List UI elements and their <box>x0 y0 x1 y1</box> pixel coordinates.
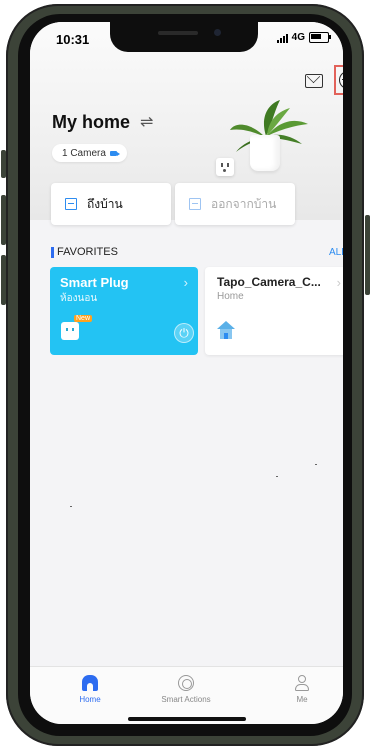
app-screen: 10:31 4G My home ⇌ 1 Camera ถึงบ้าน ออกจ… <box>30 22 343 724</box>
power-side-button <box>365 215 370 295</box>
arrive-home-button[interactable]: ถึงบ้าน <box>51 183 171 225</box>
wall-plug-illustration <box>216 158 234 176</box>
power-toggle-button[interactable]: ⏻ <box>174 323 194 343</box>
tab-home[interactable]: Home <box>50 675 130 704</box>
status-time: 10:31 <box>56 32 90 47</box>
volume-up-button <box>1 195 6 245</box>
smart-actions-icon <box>178 675 194 691</box>
add-device-highlight <box>334 65 343 95</box>
screen-speck <box>70 506 72 507</box>
leave-home-label: ออกจากบ้าน <box>211 196 277 211</box>
network-label: 4G <box>291 32 305 43</box>
add-icon[interactable] <box>339 71 343 89</box>
tab-smart-actions[interactable]: Smart Actions <box>146 675 226 704</box>
favorites-accent-bar <box>51 247 54 258</box>
mute-switch <box>1 150 6 178</box>
bottom-tab-bar: Home Smart Actions Me <box>30 666 343 724</box>
device-name: Smart Plug <box>60 275 129 290</box>
smart-plug-card[interactable]: Smart Plug ห้องนอน › New ⏻ <box>50 267 198 355</box>
home-icon <box>82 675 98 691</box>
home-indicator <box>128 717 246 721</box>
device-room: Home <box>217 291 244 302</box>
device-notch <box>110 22 258 52</box>
status-indicators: 4G <box>276 32 331 43</box>
arrive-home-label: ถึงบ้าน <box>87 196 123 211</box>
favorites-title: FAVORITES <box>57 246 118 258</box>
user-icon <box>294 675 310 691</box>
signal-icon <box>276 33 288 43</box>
device-room: ห้องนอน <box>60 293 98 304</box>
volume-down-button <box>1 255 6 305</box>
plant-pot <box>250 135 280 171</box>
device-name: Tapo_Camera_C... <box>217 275 321 289</box>
camera-card[interactable]: Tapo_Camera_C... Home › <box>205 267 343 355</box>
smart-plug-icon <box>61 322 79 340</box>
enter-door-icon <box>65 198 77 210</box>
screen-speck <box>315 464 317 465</box>
leave-home-button[interactable]: ออกจากบ้าน <box>175 183 295 225</box>
camera-count-label: 1 Camera <box>62 147 106 159</box>
chevron-right-icon: › <box>336 275 341 290</box>
camera-icon <box>109 150 120 156</box>
switch-home-icon[interactable]: ⇌ <box>140 112 153 132</box>
tab-me[interactable]: Me <box>262 675 342 704</box>
battery-icon <box>309 32 331 43</box>
camera-home-icon <box>217 321 235 339</box>
favorites-all-link[interactable]: ALL <box>329 247 343 258</box>
camera-count-chip[interactable]: 1 Camera <box>52 144 127 162</box>
home-title[interactable]: My home <box>52 112 130 133</box>
mail-icon[interactable] <box>305 74 323 88</box>
chevron-right-icon: › <box>183 275 188 290</box>
new-badge: New <box>74 315 93 322</box>
exit-door-icon <box>189 198 201 210</box>
tab-me-label: Me <box>296 695 308 704</box>
tab-smart-actions-label: Smart Actions <box>161 695 211 704</box>
tab-home-label: Home <box>79 695 101 704</box>
screen-speck <box>276 476 278 477</box>
